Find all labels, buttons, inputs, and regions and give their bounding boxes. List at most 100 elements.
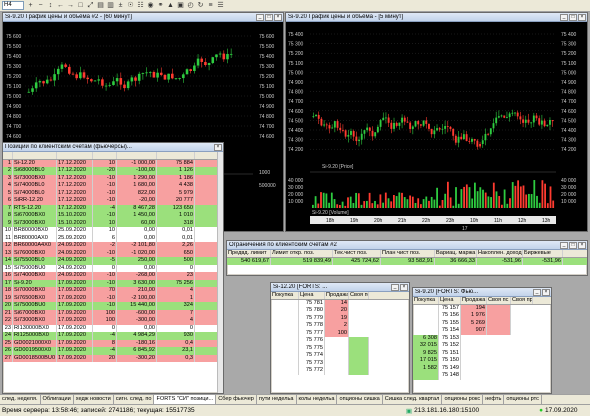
limits-window-titlebar[interactable]: Ограничения по клиентским счетам #2 _ □ × <box>227 241 587 250</box>
column-header[interactable] <box>157 152 195 159</box>
orderbook-si-12-titlebar[interactable]: Si-12.20 [FORTS: ... _ × <box>271 283 409 292</box>
table-row[interactable]: 12 BR60000A4X0 24.09.2020 -2 -2 101,80 2,26 <box>3 242 223 250</box>
toolbar-button-icon[interactable]: → <box>66 1 75 10</box>
column-header[interactable]: Покупка <box>271 292 299 299</box>
column-header[interactable]: План чист поз. <box>381 250 435 257</box>
table-row[interactable]: 14 Si75500BL0 24.09.2020 -5 250,00 500 <box>3 257 223 265</box>
table-row[interactable]: 11 BR80000AX0 25.09.2020 6 0,00 0,01 <box>3 234 223 242</box>
toolbar-button-icon[interactable]: ☉ <box>126 1 135 10</box>
workspace-tab[interactable]: след. неделя. <box>0 395 41 404</box>
column-header[interactable]: Цена <box>299 292 325 299</box>
workspace-tab[interactable]: Сишка след. квартал <box>383 395 443 404</box>
column-header[interactable] <box>57 152 93 159</box>
orderbook-bid-row[interactable]: 6 308 75 153 <box>413 334 551 342</box>
column-header[interactable]: Вариац. маржа <box>435 250 477 257</box>
toolbar-button-icon[interactable]: − <box>36 1 45 10</box>
minimize-icon[interactable]: _ <box>391 283 399 291</box>
column-header[interactable]: Цена <box>439 297 461 304</box>
maximize-icon[interactable]: □ <box>569 241 577 249</box>
toolbar-button-icon[interactable]: ▥ <box>106 1 115 10</box>
table-row[interactable]: 2 Si68000BL0 17.12.2020 -20 -100,00 1 126 <box>3 167 223 175</box>
table-row[interactable]: 26 GD0019500X0 17.09.2020 -4 6 845,92 23,1 <box>3 347 223 355</box>
toolbar-button-icon[interactable]: ≡ <box>206 1 215 10</box>
table-row[interactable]: 3 Si73000BX0 17.12.2020 -10 1 290,00 1 186 <box>3 174 223 182</box>
table-row[interactable]: 5 Si74000BL0 17.12.2020 -10 822,00 5 979 <box>3 189 223 197</box>
positions-window[interactable]: Позиции по клиентским счетам (фьючерсы).… <box>2 142 224 394</box>
toolbar-button-icon[interactable]: ▲ <box>166 1 175 10</box>
table-row[interactable]: 17 Si-9.20 17.09.2020 -10 3 630,00 75 256 <box>3 279 223 287</box>
toolbar-button-icon[interactable]: □ <box>76 1 85 10</box>
column-header[interactable]: Накоплен. доход <box>477 250 523 257</box>
workspace-tab[interactable]: опционы ртс <box>504 395 542 404</box>
orderbook-si-12-window[interactable]: Si-12.20 [FORTS: ... _ × Покупка Цена Прода… <box>270 282 410 394</box>
orderbook-ask-row[interactable]: 75 156 1 976 <box>413 312 551 320</box>
maximize-icon[interactable]: □ <box>569 13 577 21</box>
table-row[interactable]: 1 Si-12.20 17.12.2020 10 -1 000,00 75 884 <box>3 159 223 167</box>
table-row[interactable]: 19 Si76500BX0 17.09.2020 -10 -2 100,00 1 <box>3 294 223 302</box>
toolbar-button-icon[interactable]: ▣ <box>176 1 185 10</box>
close-icon[interactable]: × <box>578 13 586 21</box>
column-header[interactable]: Предвд. лимит <box>227 250 271 257</box>
workspace-tab[interactable]: нефть <box>483 395 505 404</box>
positions-window-titlebar[interactable]: Позиции по клиентским счетам (фьючерсы).… <box>3 143 223 152</box>
column-header[interactable]: Своя пр <box>511 297 533 304</box>
table-row[interactable]: 18 Si70000BX0 17.09.2020 70 210,00 4 <box>3 287 223 295</box>
close-icon[interactable]: × <box>274 13 282 21</box>
workspace-tab[interactable]: FORTS "СИ" позици... <box>154 395 217 404</box>
orderbook-ask-row[interactable]: 75 155 5 269 <box>413 319 551 327</box>
limits-window[interactable]: Ограничения по клиентским счетам #2 _ □ × … <box>226 240 588 276</box>
toolbar-button-icon[interactable]: ☷ <box>136 1 145 10</box>
toolbar-button-icon[interactable]: + <box>26 1 35 10</box>
orderbook-ask-row[interactable]: 75 780 20 <box>271 307 409 315</box>
close-icon[interactable]: × <box>214 143 222 151</box>
table-row[interactable]: 7 RTS-12.20 17.12.2020 -4 8 467,28 123 650 <box>3 204 223 212</box>
orderbook-bid-row[interactable]: 75 775 <box>271 344 409 352</box>
table-row[interactable]: 16 Si74000BX0 24.09.2020 -10 -268,00 23 <box>3 272 223 280</box>
toolbar-button-icon[interactable]: ± <box>116 1 125 10</box>
orderbook-ask-row[interactable]: 75 781 14 <box>271 299 409 307</box>
minimize-icon[interactable]: _ <box>560 241 568 249</box>
orderbook-bid-row[interactable]: 75 774 <box>271 352 409 360</box>
orderbook-ask-row[interactable]: 75 777 100 <box>271 329 409 337</box>
orderbook-bid-row[interactable]: 32 015 75 152 <box>413 342 551 350</box>
column-header[interactable]: Тек.чист поз. <box>333 250 381 257</box>
workspace-tab[interactable]: опционы рокс <box>442 395 484 404</box>
price-chart-5min[interactable]: 75 400 75 400 75 300 75 300 75 200 75 200 75 1… <box>286 22 587 231</box>
column-header[interactable]: Продажа <box>325 292 349 299</box>
close-icon[interactable]: × <box>542 288 550 296</box>
maximize-icon[interactable]: □ <box>265 13 273 21</box>
interval-select[interactable]: H4 <box>2 1 24 10</box>
table-row[interactable]: 27 GD0018500BU0 17.09.2020 20 -300,20 0,3 <box>3 354 223 362</box>
table-row[interactable]: 4 Si74000BL0 17.12.2020 -10 1 680,00 4 438 <box>3 182 223 190</box>
workspace-tab[interactable]: колы недельа <box>297 395 338 404</box>
toolbar-button-icon[interactable]: ↻ <box>196 1 205 10</box>
orderbook-ask-row[interactable]: 75 157 194 <box>413 304 551 312</box>
table-row[interactable]: 8 Si67000BX0 15.10.2020 -10 1 450,00 1 010 <box>3 212 223 220</box>
table-row[interactable]: 15 Si75000BU0 24.09.2020 0 0,00 0 <box>3 264 223 272</box>
workspace-tab[interactable]: сигн. след. по <box>114 395 155 404</box>
minimize-icon[interactable]: _ <box>256 13 264 21</box>
workspace-tab[interactable]: Облигации <box>41 395 74 404</box>
table-row[interactable]: 21 Si67000BX0 17.09.2020 100 -600,00 7 <box>3 309 223 317</box>
workspace-tab[interactable]: пути недельа <box>257 395 297 404</box>
orderbook-si-9-titlebar[interactable]: Si-9.20 [FORTS: Фью... _ × <box>413 288 551 297</box>
table-row[interactable]: 6 SiRR-12.20 17.12.2020 -10 -20,00 20 777 <box>3 197 223 205</box>
toolbar-button-icon[interactable]: ☰ <box>216 1 225 10</box>
table-row[interactable]: 13 Si76000BX0 24.09.2020 -10 -1 020,00 650 <box>3 249 223 257</box>
workspace-tab[interactable]: Сбер фьючер <box>216 395 257 404</box>
orderbook-si-9-window[interactable]: Si-9.20 [FORTS: Фью... _ × Покупка Цена Про… <box>412 287 552 394</box>
table-row[interactable]: 10 BR80000BX0 25.09.2020 10 0,00 0,01 <box>3 227 223 235</box>
toolbar-button-icon[interactable]: ◉ <box>146 1 155 10</box>
toolbar-button-icon[interactable]: ◴ <box>186 1 195 10</box>
orderbook-bid-row[interactable]: 75 776 <box>271 337 409 345</box>
table-row[interactable]: 24 RI125000BX0 17.09.2020 -4 4 984,29 930 <box>3 332 223 340</box>
table-row[interactable]: 9 Si73000BX0 15.10.2020 10 60,00 318 <box>3 219 223 227</box>
orderbook-bid-row[interactable]: 75 773 <box>271 359 409 367</box>
close-icon[interactable]: × <box>400 283 408 291</box>
table-row[interactable]: 22 Si73000BX0 17.09.2020 100 -300,00 4 <box>3 317 223 325</box>
column-header[interactable]: Покупка <box>413 297 439 304</box>
orderbook-bid-row[interactable]: 17 015 75 150 <box>413 357 551 365</box>
toolbar-button-icon[interactable]: ⚭ <box>156 1 165 10</box>
column-header[interactable]: Биржевые <box>523 250 563 257</box>
chart-window-60min-titlebar[interactable]: Si-9.20 График цены и объёма #2 - [60 ми… <box>3 13 283 22</box>
